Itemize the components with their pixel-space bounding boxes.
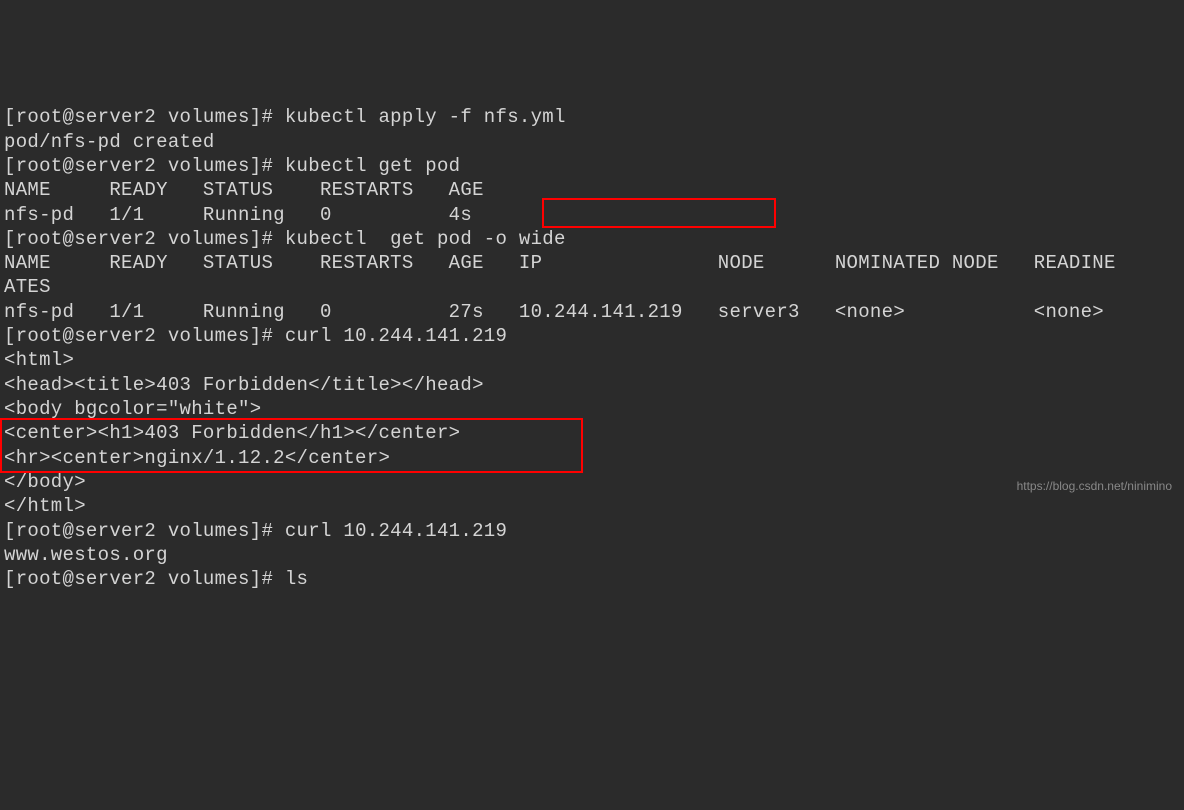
- command: ls: [285, 568, 308, 590]
- prompt: [root@server2 volumes]#: [4, 106, 285, 128]
- terminal-output[interactable]: [root@server2 volumes]# kubectl apply -f…: [4, 105, 1180, 591]
- output-line: nfs-pd 1/1 Running 0 27s 10.244.141.219 …: [4, 301, 1104, 323]
- command: kubectl apply -f nfs.yml: [285, 106, 566, 128]
- output-line: nfs-pd 1/1 Running 0 4s: [4, 204, 472, 226]
- output-line: <body bgcolor="white">: [4, 398, 261, 420]
- output-line: </html>: [4, 495, 86, 517]
- output-line: <head><title>403 Forbidden</title></head…: [4, 374, 484, 396]
- output-line: </body>: [4, 471, 86, 493]
- command: kubectl get pod -o wide: [285, 228, 566, 250]
- prompt: [root@server2 volumes]#: [4, 228, 285, 250]
- prompt: [root@server2 volumes]#: [4, 325, 285, 347]
- output-line: <center><h1>403 Forbidden</h1></center>: [4, 422, 460, 444]
- prompt: [root@server2 volumes]#: [4, 520, 285, 542]
- output-line: <hr><center>nginx/1.12.2</center>: [4, 447, 390, 469]
- command: kubectl get pod: [285, 155, 461, 177]
- output-line: NAME READY STATUS RESTARTS AGE: [4, 179, 484, 201]
- output-line: <html>: [4, 349, 74, 371]
- output-header: NAME READY STATUS RESTARTS AGE IP NODE N…: [4, 252, 1116, 274]
- prompt: [root@server2 volumes]#: [4, 568, 285, 590]
- command: curl 10.244.141.219: [285, 325, 507, 347]
- watermark-text: https://blog.csdn.net/ninimino: [1017, 479, 1172, 494]
- output-line: www.westos.org: [4, 544, 168, 566]
- command: curl 10.244.141.219: [285, 520, 507, 542]
- output-line: ATES: [4, 276, 51, 298]
- prompt: [root@server2 volumes]#: [4, 155, 285, 177]
- output-line: pod/nfs-pd created: [4, 131, 215, 153]
